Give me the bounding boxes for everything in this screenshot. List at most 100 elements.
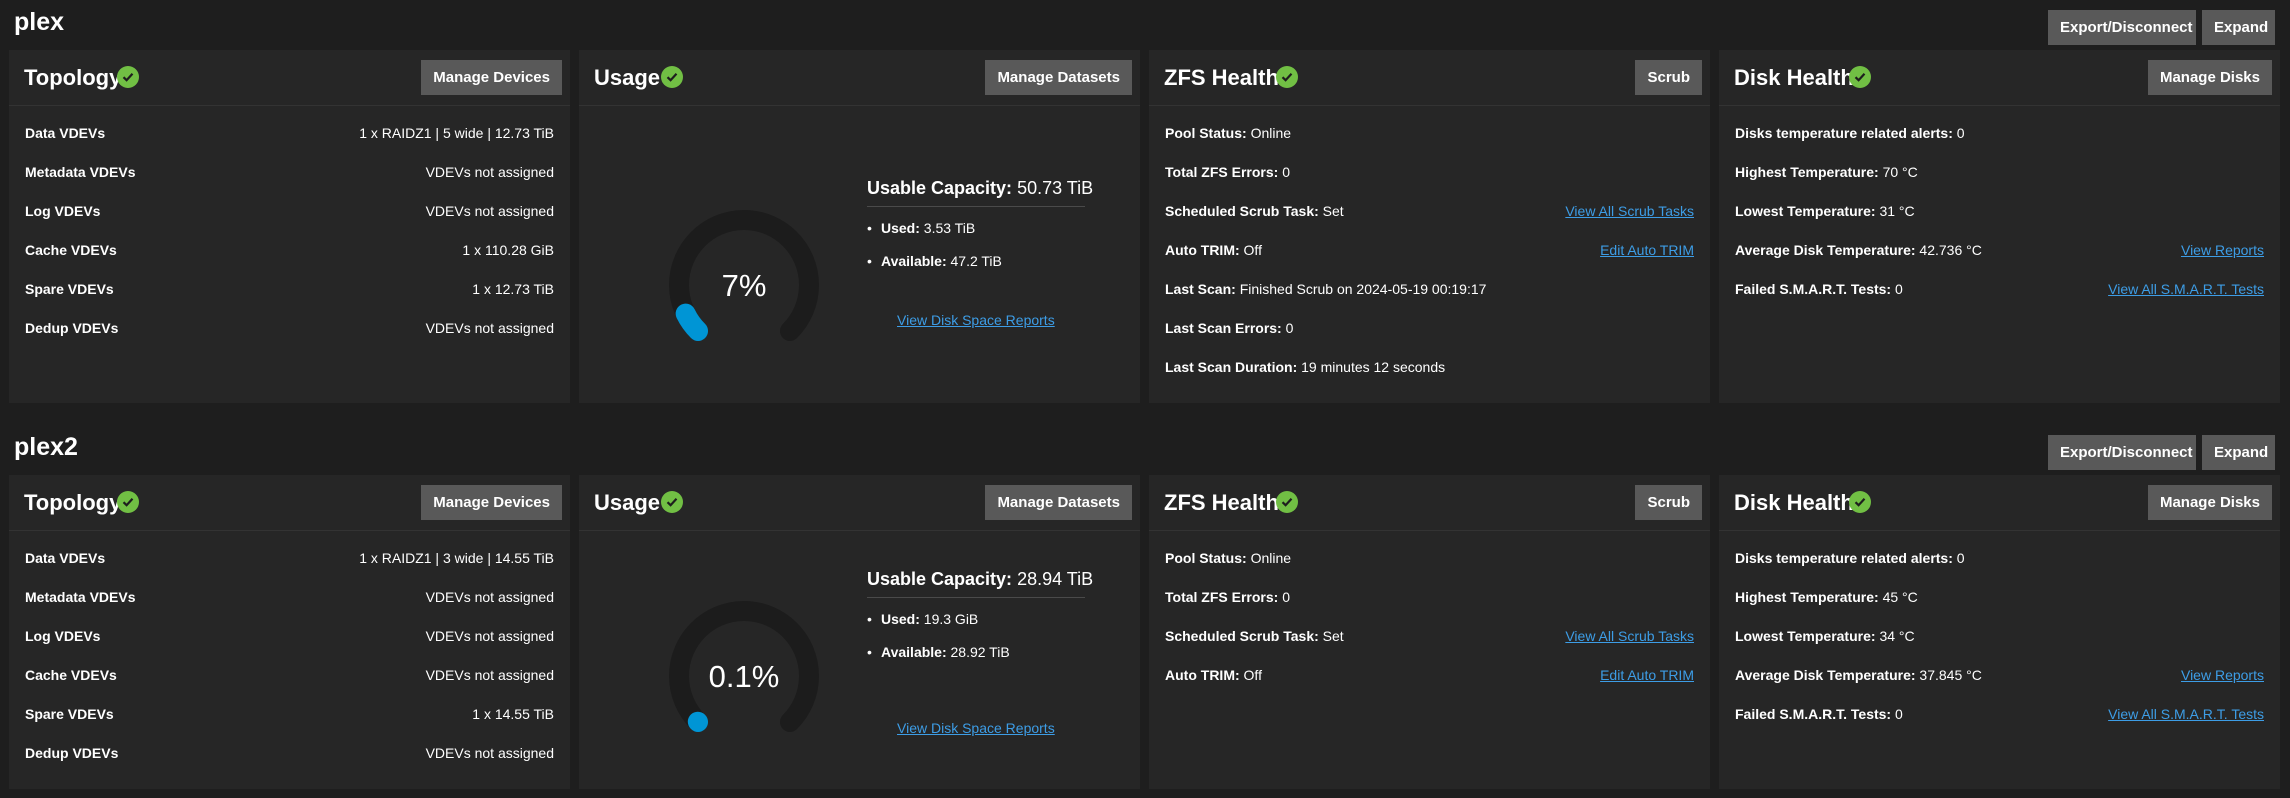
view-all-scrub-tasks-link[interactable]: View All Scrub Tasks xyxy=(1565,626,1694,646)
row-label: Lowest Temperature: xyxy=(1735,203,1876,219)
view-all-scrub-tasks-link[interactable]: View All Scrub Tasks xyxy=(1565,201,1694,221)
row-value: 34 °C xyxy=(1879,628,1915,644)
row-value: 1 x RAIDZ1 | 5 wide | 12.73 TiB xyxy=(359,125,554,141)
row-value: 45 °C xyxy=(1882,589,1918,605)
row-label: Last Scan Errors: xyxy=(1165,320,1282,336)
scrub-button[interactable]: Scrub xyxy=(1635,485,1702,520)
topology-row: Dedup VDEVs VDEVs not assigned xyxy=(25,318,554,338)
card-header: ZFS Health Scrub xyxy=(1149,475,1710,531)
manage-disks-button[interactable]: Manage Disks xyxy=(2147,485,2272,520)
available-value: 47.2 TiB xyxy=(950,253,1002,269)
check-circle-icon xyxy=(1849,491,1871,513)
zfs-row: Last Scan: Finished Scrub on 2024-05-19 … xyxy=(1165,279,1694,299)
row-label: Dedup VDEVs xyxy=(25,745,119,761)
pool-plex2: plex2 Export/Disconnect Expand Topology … xyxy=(0,425,2290,798)
row-value: 0 xyxy=(1282,589,1290,605)
available-item: Available: 28.92 TiB xyxy=(867,644,1010,660)
row-label: Pool Status: xyxy=(1165,550,1247,566)
row-label: Last Scan: xyxy=(1165,281,1236,297)
manage-devices-button[interactable]: Manage Devices xyxy=(421,60,562,95)
check-circle-icon xyxy=(1276,491,1298,513)
row-label: Highest Temperature: xyxy=(1735,589,1879,605)
row-value: 1 x 14.55 TiB xyxy=(472,706,554,722)
row-label: Average Disk Temperature: xyxy=(1735,242,1916,258)
used-label: Used: xyxy=(881,611,920,627)
edit-auto-trim-link[interactable]: Edit Auto TRIM xyxy=(1600,665,1694,685)
used-value: 3.53 TiB xyxy=(923,220,976,236)
available-label: Available: xyxy=(881,644,947,660)
card-title: Topology xyxy=(24,490,122,515)
topology-row: Cache VDEVs 1 x 110.28 GiB xyxy=(25,240,554,260)
row-value: VDEVs not assigned xyxy=(425,628,554,644)
check-circle-icon xyxy=(1849,66,1871,88)
manage-devices-button[interactable]: Manage Devices xyxy=(421,485,562,520)
row-value: 19 minutes 12 seconds xyxy=(1301,359,1446,375)
row-value: VDEVs not assigned xyxy=(425,203,554,219)
row-value: Online xyxy=(1250,550,1292,566)
export-disconnect-button[interactable]: Export/Disconnect xyxy=(2048,435,2196,470)
disk-row: Failed S.M.A.R.T. Tests: 0 View All S.M.A… xyxy=(1735,279,2264,299)
check-circle-icon xyxy=(1276,66,1298,88)
view-all-smart-tests-link[interactable]: View All S.M.A.R.T. Tests xyxy=(2108,279,2264,299)
row-value: VDEVs not assigned xyxy=(425,745,554,761)
row-label: Data VDEVs xyxy=(25,550,106,566)
edit-auto-trim-link[interactable]: Edit Auto TRIM xyxy=(1600,240,1694,260)
row-value: Off xyxy=(1243,242,1262,258)
topology-card: Topology Manage Devices Data VDEVs 1 x RA… xyxy=(9,475,570,789)
row-label: Disks temperature related alerts: xyxy=(1735,550,1953,566)
available-label: Available: xyxy=(881,253,947,269)
topology-row: Cache VDEVs VDEVs not assigned xyxy=(25,665,554,685)
expand-button[interactable]: Expand xyxy=(2202,10,2275,45)
disk-row: Failed S.M.A.R.T. Tests: 0 View All S.M.A… xyxy=(1735,704,2264,724)
topology-row: Data VDEVs 1 x RAIDZ1 | 5 wide | 12.73 Ti… xyxy=(25,123,554,143)
row-label: Failed S.M.A.R.T. Tests: xyxy=(1735,706,1892,722)
view-disk-space-reports-link[interactable]: View Disk Space Reports xyxy=(897,720,1055,736)
view-disk-space-reports-link[interactable]: View Disk Space Reports xyxy=(897,312,1055,328)
zfs-row: Auto TRIM: Off Edit Auto TRIM xyxy=(1165,240,1694,260)
manage-datasets-button[interactable]: Manage Datasets xyxy=(985,60,1132,95)
manage-disks-button[interactable]: Manage Disks xyxy=(2147,60,2272,95)
view-reports-link[interactable]: View Reports xyxy=(2181,240,2264,260)
view-all-smart-tests-link[interactable]: View All S.M.A.R.T. Tests xyxy=(2108,704,2264,724)
row-label: Auto TRIM: xyxy=(1165,242,1240,258)
card-header: ZFS Health Scrub xyxy=(1149,50,1710,106)
usage-card: Usage Manage Datasets 0.1% Usable Capaci… xyxy=(579,475,1140,789)
row-value: Set xyxy=(1322,203,1344,219)
row-value: 0 xyxy=(1285,320,1294,336)
row-label: Total ZFS Errors: xyxy=(1165,589,1279,605)
card-title: ZFS Health xyxy=(1164,65,1279,90)
zfs-row: Pool Status: Online xyxy=(1165,548,1694,568)
usage-percent: 7% xyxy=(721,268,767,303)
topology-card: Topology Manage Devices Data VDEVs 1 x RA… xyxy=(9,50,570,403)
disk-row: Lowest Temperature: 31 °C xyxy=(1735,201,2264,221)
row-value: 37.845 °C xyxy=(1919,667,1982,683)
check-circle-icon xyxy=(661,66,683,88)
topology-row: Metadata VDEVs VDEVs not assigned xyxy=(25,162,554,182)
row-value: 0 xyxy=(1956,125,1965,141)
usage-percent: 0.1% xyxy=(708,659,780,694)
row-label: Pool Status: xyxy=(1165,125,1247,141)
row-value: VDEVs not assigned xyxy=(425,164,554,180)
divider xyxy=(867,597,1085,598)
manage-datasets-button[interactable]: Manage Datasets xyxy=(985,485,1132,520)
usage-card: Usage Manage Datasets 7% Usable Capacity… xyxy=(579,50,1140,403)
disk-row: Disks temperature related alerts: 0 xyxy=(1735,548,2264,568)
row-label: Last Scan Duration: xyxy=(1165,359,1298,375)
zfs-row: Pool Status: Online xyxy=(1165,123,1694,143)
available-item: Available: 47.2 TiB xyxy=(867,253,1002,269)
scrub-button[interactable]: Scrub xyxy=(1635,60,1702,95)
row-value: 42.736 °C xyxy=(1919,242,1982,258)
export-disconnect-button[interactable]: Export/Disconnect xyxy=(2048,10,2196,45)
row-label: Cache VDEVs xyxy=(25,242,117,258)
zfs-row: Last Scan Errors: 0 xyxy=(1165,318,1694,338)
disk-row: Lowest Temperature: 34 °C xyxy=(1735,626,2264,646)
row-value: Finished Scrub on 2024-05-19 00:19:17 xyxy=(1239,281,1487,297)
row-label: Metadata VDEVs xyxy=(25,164,136,180)
zfs-health-card: ZFS Health Scrub Pool Status: Online Tot… xyxy=(1149,475,1710,789)
expand-button[interactable]: Expand xyxy=(2202,435,2275,470)
zfs-row: Auto TRIM: Off Edit Auto TRIM xyxy=(1165,665,1694,685)
disk-row: Highest Temperature: 45 °C xyxy=(1735,587,2264,607)
view-reports-link[interactable]: View Reports xyxy=(2181,665,2264,685)
usable-capacity: Usable Capacity: 28.94 TiB xyxy=(867,569,1093,590)
used-value: 19.3 GiB xyxy=(923,611,979,627)
